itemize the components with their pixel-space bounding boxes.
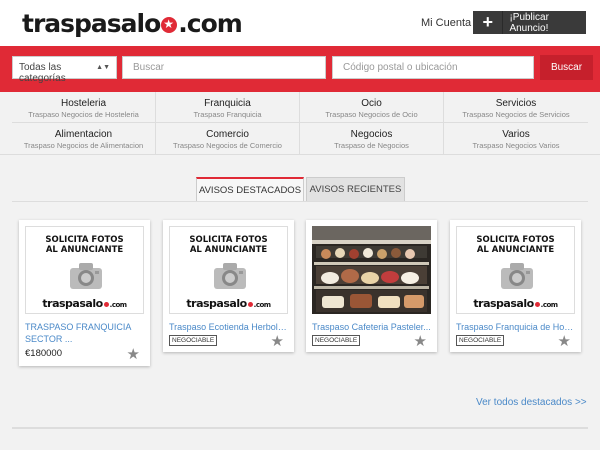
camera-icon xyxy=(214,263,246,289)
select-arrows-icon: ▲▼ xyxy=(96,64,110,71)
tab-featured[interactable]: AVISOS DESTACADOS xyxy=(196,177,304,202)
listing-thumbnail[interactable]: SOLICITA FOTOS AL ANUNCIANTE traspasalo .c… xyxy=(456,226,575,314)
placeholder-logo: traspasalo .com xyxy=(473,297,558,310)
category-title: Comercio xyxy=(206,129,249,140)
category-subtitle: Traspaso Negocios de Ocio xyxy=(325,110,418,119)
divider xyxy=(0,154,600,155)
placeholder-text: SOLICITA FOTOS AL ANUNCIANTE xyxy=(476,235,555,255)
favorite-star-icon[interactable]: ★ xyxy=(558,334,571,349)
listing-thumbnail[interactable]: SOLICITA FOTOS AL ANUNCIANTE traspasalo .c… xyxy=(25,226,144,314)
category-subtitle: Traspaso de Negocios xyxy=(334,141,409,150)
see-all-featured-link[interactable]: Ver todos destacados >> xyxy=(476,397,587,408)
category-title: Alimentacion xyxy=(54,129,113,140)
listing-photo[interactable] xyxy=(312,226,431,314)
category-title: Servicios xyxy=(495,98,537,109)
placeholder-logo: traspasalo .com xyxy=(186,297,271,310)
category-ocio[interactable]: Ocio Traspaso Negocios de Ocio xyxy=(300,92,444,123)
favorite-star-icon[interactable]: ★ xyxy=(271,334,284,349)
category-franquicia[interactable]: Franquicia Traspaso Franquicia xyxy=(156,92,300,123)
category-title: Negocios xyxy=(350,129,393,140)
negotiable-badge: NEGOCIABLE xyxy=(456,335,505,346)
category-title: Varios xyxy=(502,129,530,140)
category-hosteleria[interactable]: Hosteleria Traspaso Negocios de Hosteler… xyxy=(12,92,156,123)
camera-icon xyxy=(501,263,533,289)
placeholder-text: SOLICITA FOTOS AL ANUNCIANTE xyxy=(189,235,268,255)
top-header: traspasalo.com Mi Cuenta▼ + ¡Publicar An… xyxy=(0,0,600,46)
publish-ad-button[interactable]: + ¡Publicar Anuncio! xyxy=(473,11,586,34)
listing-card[interactable]: Traspaso Cafeteria Pasteler... NEGOCIABL… xyxy=(306,220,437,352)
search-input[interactable]: Buscar xyxy=(122,56,326,79)
listing-card[interactable]: SOLICITA FOTOS AL ANUNCIANTE traspasalo .c… xyxy=(450,220,581,352)
camera-icon xyxy=(70,263,102,289)
category-subtitle: Traspaso Franquicia xyxy=(193,110,262,119)
category-alimentacion[interactable]: Alimentacion Traspaso Negocios de Alimen… xyxy=(12,123,156,154)
category-servicios[interactable]: Servicios Traspaso Negocios de Servicios xyxy=(444,92,588,123)
footer-divider xyxy=(12,427,588,429)
search-button[interactable]: Buscar xyxy=(540,55,593,80)
location-input[interactable]: Código postal o ubicación xyxy=(332,56,534,79)
listing-title[interactable]: Traspaso Ecotienda Herbolar... xyxy=(169,321,289,333)
category-title: Franquicia xyxy=(204,98,251,109)
category-title: Ocio xyxy=(361,98,382,109)
listing-title[interactable]: Traspaso Cafeteria Pasteler... xyxy=(312,321,432,333)
listing-title[interactable]: TRASPASO FRANQUICIA SECTOR ... xyxy=(25,321,145,345)
listing-title[interactable]: Traspaso Franquicia de Host... xyxy=(456,321,576,333)
listing-card[interactable]: SOLICITA FOTOS AL ANUNCIANTE traspasalo .c… xyxy=(163,220,294,352)
listing-tabs: AVISOS DESTACADOS AVISOS RECIENTES xyxy=(196,177,405,202)
placeholder-text: SOLICITA FOTOS AL ANUNCIANTE xyxy=(45,235,124,255)
category-select-value: Todas las categorías xyxy=(19,62,66,84)
listing-card[interactable]: SOLICITA FOTOS AL ANUNCIANTE traspasalo .c… xyxy=(19,220,150,366)
tab-recent[interactable]: AVISOS RECIENTES xyxy=(306,177,405,202)
category-subtitle: Traspaso Negocios de Servicios xyxy=(462,110,570,119)
category-negocios[interactable]: Negocios Traspaso de Negocios xyxy=(300,123,444,154)
listing-thumbnail[interactable]: SOLICITA FOTOS AL ANUNCIANTE traspasalo .c… xyxy=(169,226,288,314)
site-logo[interactable]: traspasalo .com xyxy=(22,9,243,38)
category-subtitle: Traspaso Negocios de Comercio xyxy=(173,141,282,150)
category-comercio[interactable]: Comercio Traspaso Negocios de Comercio xyxy=(156,123,300,154)
account-label: Mi Cuenta xyxy=(421,17,472,29)
listing-price: €180000 xyxy=(25,348,62,359)
publish-ad-label: ¡Publicar Anuncio! xyxy=(509,11,549,34)
category-subtitle: Traspaso Negocios Varios xyxy=(472,141,560,150)
logo-text-left: traspasalo xyxy=(22,9,161,38)
search-bar: Todas las categorías ▲▼ Buscar Código po… xyxy=(0,46,600,92)
placeholder-logo: traspasalo .com xyxy=(42,297,127,310)
tabs-underline xyxy=(12,201,588,202)
favorite-star-icon[interactable]: ★ xyxy=(127,347,140,362)
category-select[interactable]: Todas las categorías ▲▼ xyxy=(12,56,117,84)
logo-star-icon xyxy=(161,12,178,36)
category-varios[interactable]: Varios Traspaso Negocios Varios xyxy=(444,123,588,154)
negotiable-badge: NEGOCIABLE xyxy=(169,335,218,346)
plus-icon: + xyxy=(473,11,504,34)
favorite-star-icon[interactable]: ★ xyxy=(414,334,427,349)
logo-text-right: .com xyxy=(178,9,243,38)
category-grid: Hosteleria Traspaso Negocios de Hosteler… xyxy=(12,92,588,154)
negotiable-badge: NEGOCIABLE xyxy=(312,335,361,346)
category-subtitle: Traspaso Negocios de Hosteleria xyxy=(28,110,139,119)
category-title: Hosteleria xyxy=(60,98,107,109)
category-subtitle: Traspaso Negocios de Alimentacion xyxy=(23,141,144,150)
pastry-display-photo xyxy=(312,226,431,314)
